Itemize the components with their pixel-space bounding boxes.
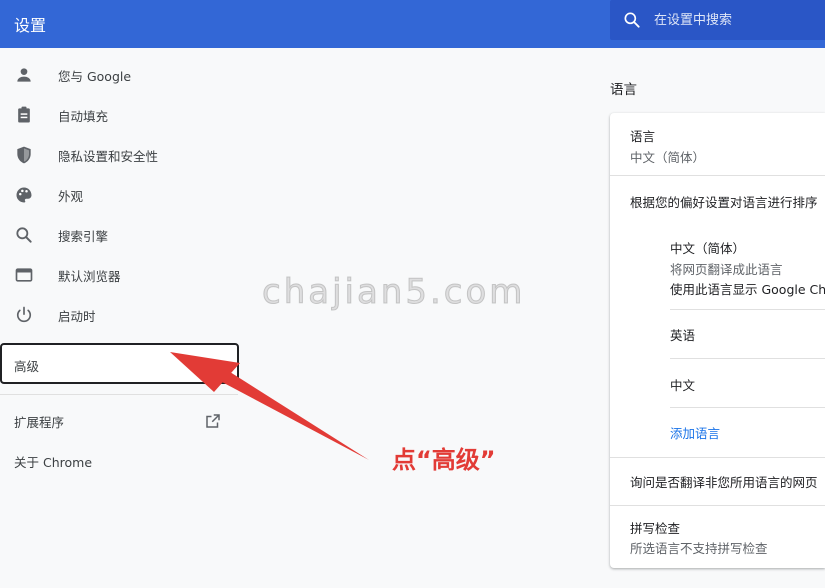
sidebar-item-label: 默认浏览器 [58,269,121,284]
power-icon [16,306,32,323]
language-item-name: 英语 [670,328,696,343]
extensions-link[interactable]: 扩展程序 [14,412,64,431]
language-item-name: 中文（简体） [670,241,746,256]
divider [670,358,825,359]
divider [670,407,825,408]
language-item-translate-line: 将网页翻译成此语言 [670,262,783,277]
shield-icon [17,146,31,164]
sidebar-item-label: 隐私设置和安全性 [58,149,159,164]
sidebar-item-label: 启动时 [58,309,96,324]
sidebar-item-default-browser[interactable]: 默认浏览器 [0,255,238,295]
sidebar-item-appearance[interactable]: 外观 [0,175,238,215]
browser-icon [15,268,33,282]
sidebar-item-you-and-google[interactable]: 您与 Google [0,55,238,95]
sidebar-item-privacy[interactable]: 隐私设置和安全性 [0,135,238,175]
sidebar-item-on-startup[interactable]: 启动时 [0,295,238,335]
section-title-language: 语言 [610,82,637,98]
language-card: 语言 中文（简体） 根据您的偏好设置对语言进行排序 中文（简体） 将网页翻译成此… [610,113,825,568]
open-in-new-icon[interactable] [204,412,222,430]
search-icon [624,12,640,28]
language-order-hint: 根据您的偏好设置对语言进行排序 [630,195,818,210]
palette-icon [16,187,32,203]
divider [610,457,825,458]
sidebar-item-label: 您与 Google [58,69,132,84]
about-chrome-link[interactable]: 关于 Chrome [14,452,92,471]
divider [610,505,825,506]
page-title: 设置 [14,16,47,35]
language-label[interactable]: 语言 [630,126,655,145]
spellcheck-value: 所选语言不支持拼写检查 [630,541,768,556]
sidebar-item-label: 搜索引擎 [58,229,109,244]
sidebar-item-autofill[interactable]: 自动填充 [0,95,238,135]
language-value: 中文（简体） [630,150,706,165]
divider [610,175,825,176]
sidebar-item-search-engine[interactable]: 搜索引擎 [0,215,238,255]
search-icon [16,227,32,243]
caret-down-icon [209,362,217,366]
search-input[interactable] [654,8,819,32]
clipboard-icon [18,106,30,123]
watermark-text: chajian5.com [261,272,526,313]
sidebar-divider [0,394,238,395]
spellcheck-label[interactable]: 拼写检查 [630,518,680,537]
advanced-toggle[interactable]: 高级 [0,343,239,384]
sidebar-item-label: 自动填充 [58,109,109,124]
language-item-display-line: 使用此语言显示 Google Chrome [670,282,825,297]
search-box[interactable] [610,0,825,40]
top-bar: 设置 [0,0,825,48]
divider [670,309,825,310]
advanced-label: 高级 [14,359,40,374]
translate-offer-setting[interactable]: 询问是否翻译非您所用语言的网页 [630,472,818,491]
sidebar-item-label: 外观 [58,189,84,204]
annotation-text: 点“高级” [392,446,496,474]
language-item-name: 中文 [670,378,696,393]
person-icon [17,68,31,82]
add-language-link[interactable]: 添加语言 [670,423,720,442]
